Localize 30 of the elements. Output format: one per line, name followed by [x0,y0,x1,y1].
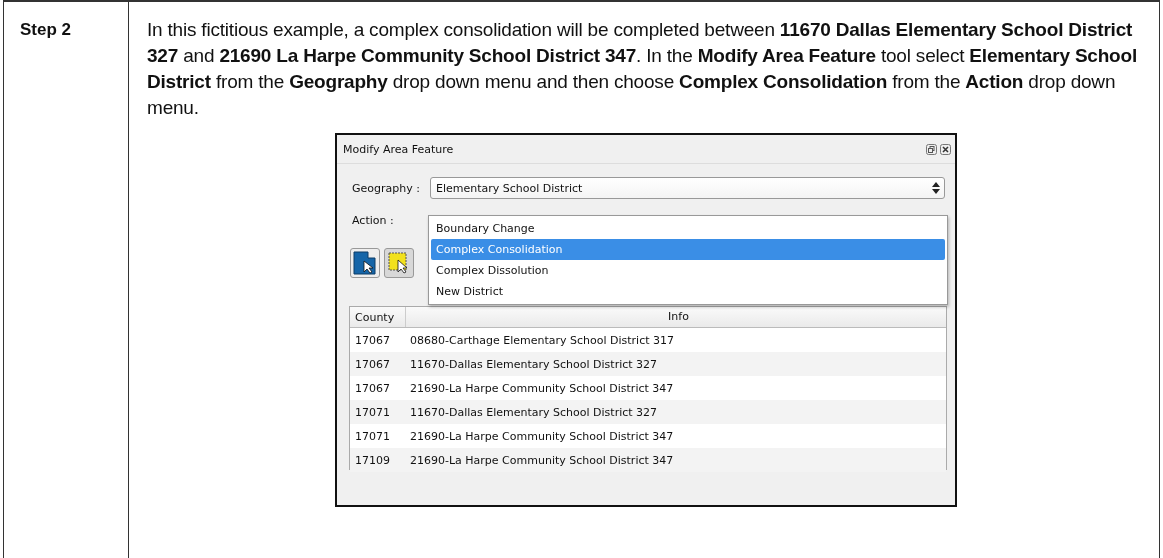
table-cell-text: 17067 [354,381,391,395]
column-header[interactable]: County [350,310,405,324]
table-cell-text: 17071 [354,429,391,443]
step-label: Step 2 [20,20,72,39]
menu-option[interactable]: New District [431,281,945,302]
select-polygon-tool[interactable] [350,248,380,278]
table-cell-text: 08680-Carthage Elementary School District 317 [409,333,675,347]
table-cell-text: 21690-La Harpe Community School District 347 [409,429,675,443]
table-cell-text: 11670-Dallas Elementary School District 327 [409,357,659,371]
table-cell-text: 17067 [354,357,391,371]
geography-dropdown[interactable]: Elementary School District [430,177,945,199]
column-header[interactable]: Info [405,307,946,327]
table-cell-text: 17071 [354,405,391,419]
polygon-cursor-icon [353,251,377,275]
select-rectangle-tool[interactable] [384,248,414,278]
menu-option[interactable]: Boundary Change [431,218,945,239]
table-cell-text: 17109 [354,453,391,467]
table-cell-text: 21690-La Harpe Community School District 347 [409,381,675,395]
dropdown-value: Elementary School District [436,181,583,195]
restore-icon[interactable] [926,143,937,155]
menu-option[interactable]: Complex Dissolution [431,260,945,281]
table-cell-text: 21690-La Harpe Community School District 347 [409,453,675,467]
spinner-arrows-icon [932,182,940,194]
table-cell-text: 17067 [354,333,391,347]
field-label: Action : [352,213,395,227]
table-cell-text: 11670-Dallas Elementary School District 327 [409,405,659,419]
close-icon[interactable] [940,143,951,155]
window-title: Modify Area Feature [343,142,454,156]
field-label: Geography : [352,181,421,195]
instruction-paragraph: In this fictitious example, a complex consolidation will be completed between 11670 Dallas Elementary School District 327 and 21690 La Harpe Community School District 347. In the Modify Area Feature tool select Elementary School District from the Geography drop down menu and then choose Complex Consolidation from the Action drop down menu. [147,18,1138,120]
